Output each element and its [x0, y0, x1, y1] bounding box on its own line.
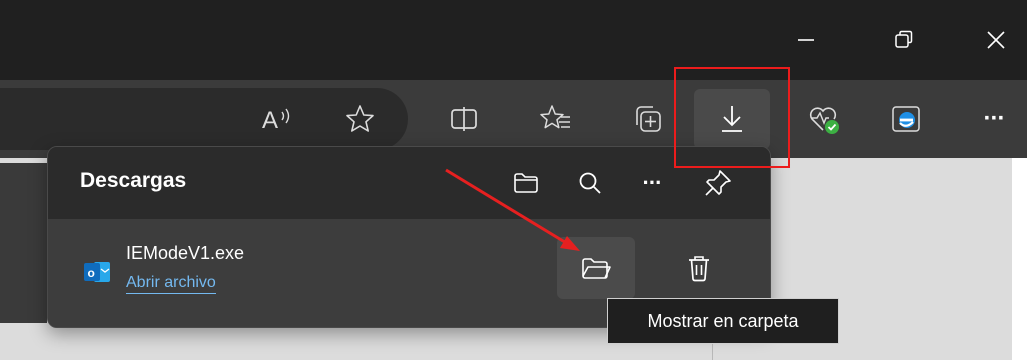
annotation-arrow	[445, 168, 580, 251]
tooltip-text: Mostrar en carpeta	[647, 310, 799, 331]
show-in-folder-tooltip: Mostrar en carpeta	[607, 298, 839, 344]
